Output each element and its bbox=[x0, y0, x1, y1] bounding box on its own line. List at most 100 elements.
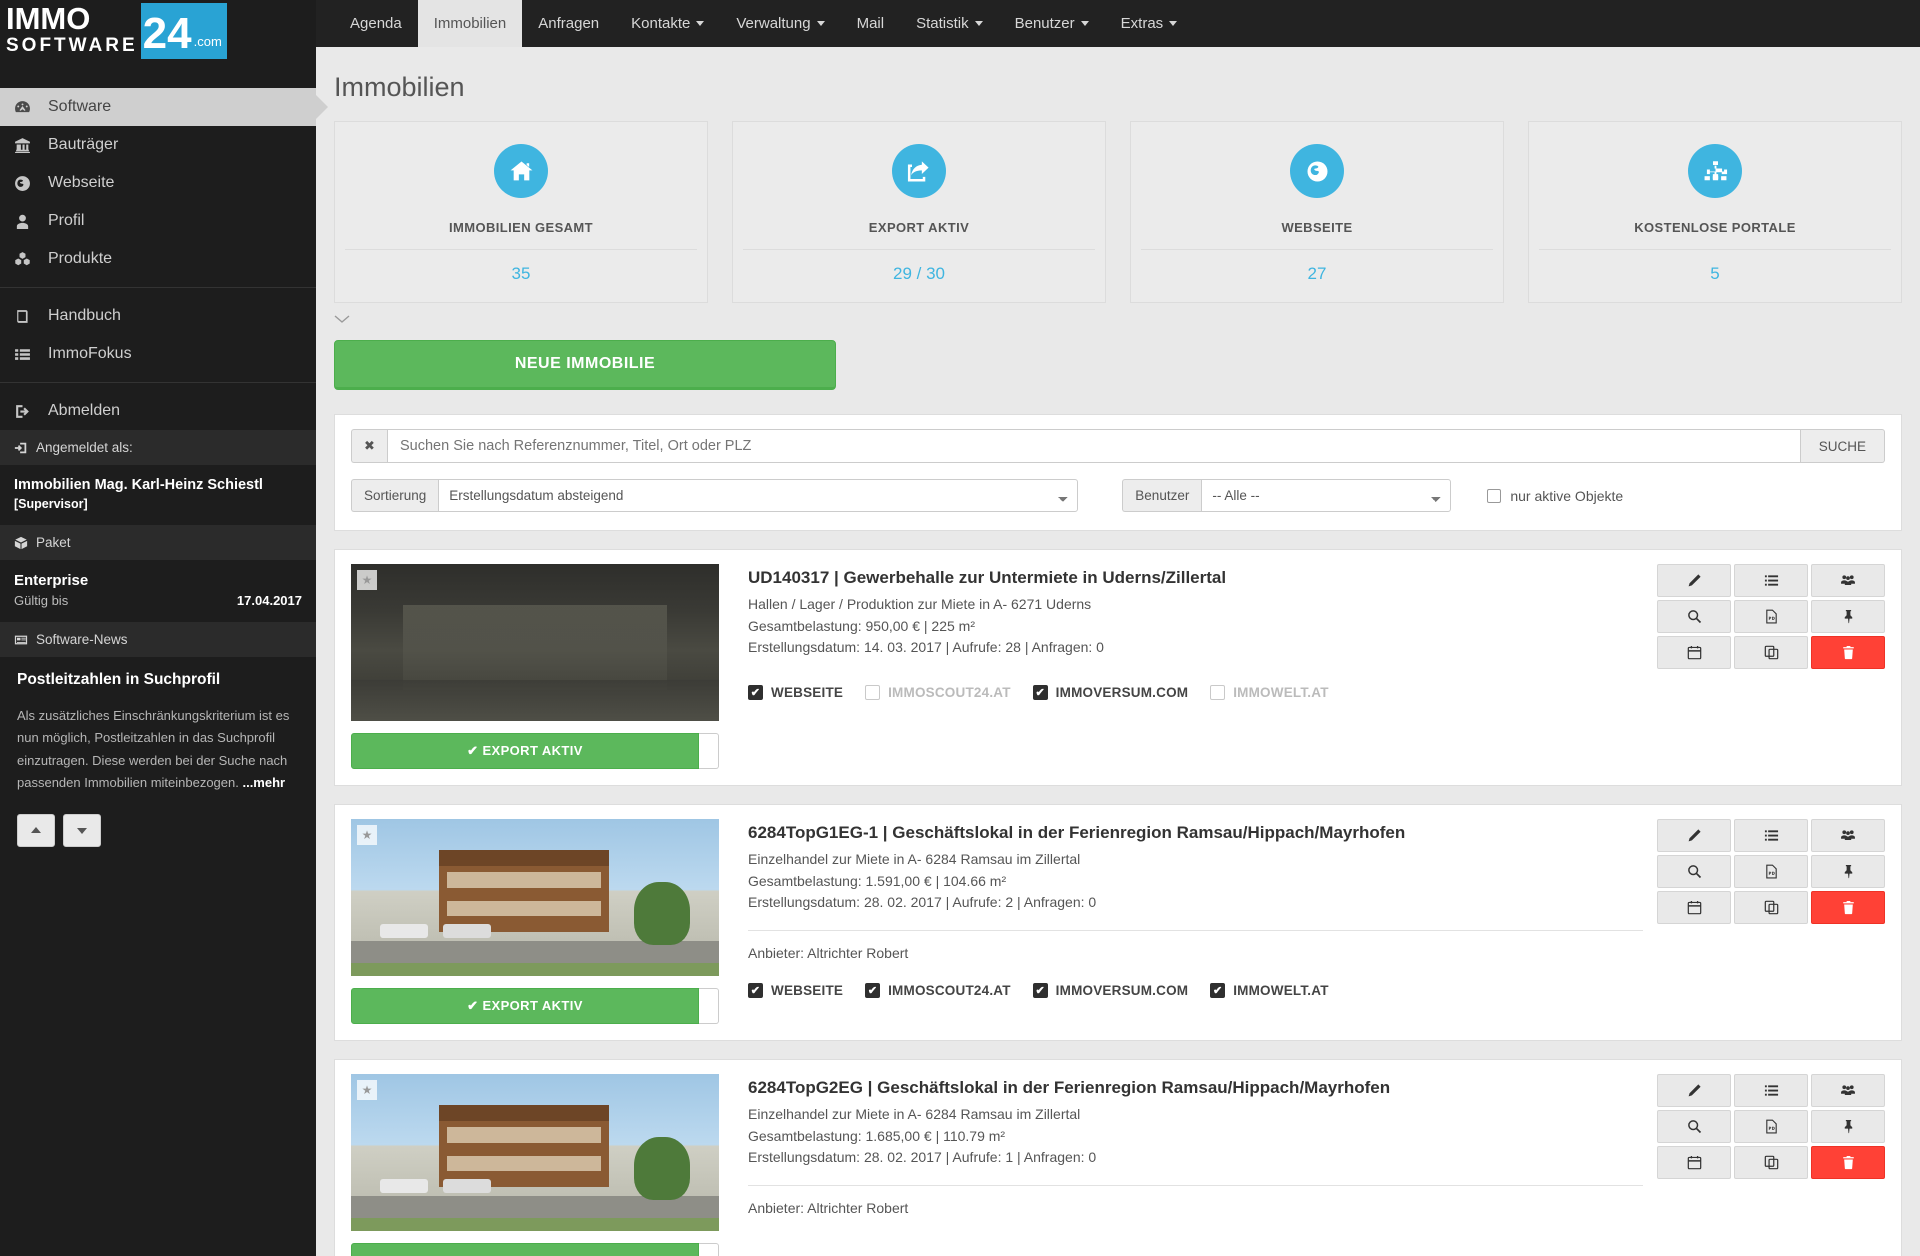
search-input[interactable] bbox=[387, 429, 1801, 463]
pin-button[interactable] bbox=[1811, 600, 1885, 633]
export-toggle-knob[interactable] bbox=[699, 988, 719, 1024]
checkbox-checked-icon[interactable]: ✔ bbox=[1032, 685, 1048, 701]
active-only-checkbox[interactable] bbox=[1487, 488, 1502, 503]
export-active-button[interactable]: ✔ EXPORT AKTIV bbox=[351, 1243, 699, 1256]
portal-immoversum[interactable]: ✔ IMMOVERSUM.COM bbox=[1032, 685, 1189, 701]
delete-button[interactable] bbox=[1811, 1146, 1885, 1179]
globe-icon bbox=[14, 175, 48, 192]
sidebar-item-profil[interactable]: Profil bbox=[0, 202, 316, 240]
pdf-button[interactable] bbox=[1734, 600, 1808, 633]
portal-immoscout24[interactable]: IMMOSCOUT24.AT bbox=[865, 685, 1011, 701]
export-toggle-knob[interactable] bbox=[699, 733, 719, 769]
delete-button[interactable] bbox=[1811, 891, 1885, 924]
topnav-immobilien[interactable]: Immobilien bbox=[417, 0, 523, 47]
checkbox-unchecked-icon[interactable] bbox=[1210, 685, 1226, 701]
logo[interactable]: IMMO SOFTWARE 24 .com bbox=[0, 0, 316, 62]
sidebar-item-software[interactable]: Software bbox=[0, 88, 316, 126]
topnav-statistik[interactable]: Statistik bbox=[900, 0, 999, 47]
portal-webseite[interactable]: ✔ WEBSEITE bbox=[748, 983, 843, 999]
copy-button[interactable] bbox=[1734, 1146, 1808, 1179]
checkbox-checked-icon[interactable]: ✔ bbox=[748, 983, 763, 999]
sidebar-item-label: Profil bbox=[48, 212, 85, 229]
preview-button[interactable] bbox=[1657, 1110, 1731, 1143]
topnav-verwaltung[interactable]: Verwaltung bbox=[720, 0, 840, 47]
checkbox-checked-icon[interactable]: ✔ bbox=[1032, 983, 1048, 999]
contacts-button[interactable] bbox=[1811, 1074, 1885, 1107]
export-toggle-knob[interactable] bbox=[699, 1243, 719, 1256]
export-active-button[interactable]: ✔ EXPORT AKTIV bbox=[351, 733, 699, 769]
checkbox-checked-icon[interactable]: ✔ bbox=[1210, 983, 1226, 999]
topnav-extras[interactable]: Extras bbox=[1105, 0, 1194, 47]
edit-button[interactable] bbox=[1657, 819, 1731, 852]
portal-webseite[interactable]: ✔ WEBSEITE bbox=[748, 685, 843, 701]
news-next-button[interactable] bbox=[63, 814, 101, 848]
portal-immowelt[interactable]: IMMOWELT.AT bbox=[1210, 685, 1328, 701]
topnav-agenda[interactable]: Agenda bbox=[334, 0, 418, 47]
property-info: 6284TopG2EG | Geschäftslokal in der Feri… bbox=[719, 1074, 1657, 1256]
preview-button[interactable] bbox=[1657, 600, 1731, 633]
portal-immoversum[interactable]: ✔ IMMOVERSUM.COM bbox=[1032, 983, 1189, 999]
active-only-filter[interactable]: nur aktive Objekte bbox=[1487, 488, 1623, 504]
details-button[interactable] bbox=[1734, 564, 1808, 597]
preview-button[interactable] bbox=[1657, 855, 1731, 888]
checkbox-unchecked-icon[interactable] bbox=[865, 685, 881, 701]
delete-button[interactable] bbox=[1811, 636, 1885, 669]
portal-immoscout24[interactable]: ✔ IMMOSCOUT24.AT bbox=[865, 983, 1011, 999]
collapse-stats-toggle[interactable] bbox=[334, 303, 1902, 340]
sidebar-item-bautraeger[interactable]: Bauträger bbox=[0, 126, 316, 164]
pdf-button[interactable] bbox=[1734, 855, 1808, 888]
calendar-button[interactable] bbox=[1657, 1146, 1731, 1179]
contacts-button[interactable] bbox=[1811, 564, 1885, 597]
calendar-button[interactable] bbox=[1657, 891, 1731, 924]
sidebar-item-immofokus[interactable]: ImmoFokus bbox=[0, 335, 316, 373]
portal-immowelt[interactable]: ✔ IMMOWELT.AT bbox=[1210, 983, 1328, 999]
news-more-link[interactable]: ...mehr bbox=[242, 775, 285, 790]
pin-button[interactable] bbox=[1811, 855, 1885, 888]
search-icon bbox=[1687, 864, 1702, 879]
property-title[interactable]: 6284TopG1EG-1 | Geschäftslokal in der Fe… bbox=[748, 823, 1643, 843]
topnav-label: Statistik bbox=[916, 15, 969, 32]
property-thumbnail[interactable]: ★ bbox=[351, 564, 719, 721]
search-submit-button[interactable]: SUCHE bbox=[1800, 429, 1885, 463]
sidebar-item-abmelden[interactable]: Abmelden bbox=[0, 392, 316, 430]
property-title[interactable]: UD140317 | Gewerbehalle zur Untermiete i… bbox=[748, 568, 1643, 588]
edit-button[interactable] bbox=[1657, 564, 1731, 597]
copy-button[interactable] bbox=[1734, 891, 1808, 924]
login-icon bbox=[14, 441, 28, 455]
stat-card-webseite[interactable]: WEBSEITE 27 bbox=[1130, 121, 1504, 303]
favorite-star-icon[interactable]: ★ bbox=[357, 570, 377, 590]
details-button[interactable] bbox=[1734, 819, 1808, 852]
sidebar-item-handbuch[interactable]: Handbuch bbox=[0, 297, 316, 335]
pdf-button[interactable] bbox=[1734, 1110, 1808, 1143]
property-thumbnail[interactable]: ★ bbox=[351, 1074, 719, 1231]
clear-search-icon[interactable]: ✖ bbox=[351, 429, 387, 463]
pin-button[interactable] bbox=[1811, 1110, 1885, 1143]
favorite-star-icon[interactable]: ★ bbox=[357, 825, 377, 845]
topnav-benutzer[interactable]: Benutzer bbox=[999, 0, 1105, 47]
favorite-star-icon[interactable]: ★ bbox=[357, 1080, 377, 1100]
property-title[interactable]: 6284TopG2EG | Geschäftslokal in der Feri… bbox=[748, 1078, 1643, 1098]
stats-row: IMMOBILIEN GESAMT 35 EXPORT AKTIV 29 / 3… bbox=[334, 121, 1902, 303]
sort-select[interactable]: Erstellungsdatum absteigend bbox=[438, 479, 1079, 512]
checkbox-checked-icon[interactable]: ✔ bbox=[748, 685, 763, 701]
contacts-button[interactable] bbox=[1811, 819, 1885, 852]
property-thumbnail[interactable]: ★ bbox=[351, 819, 719, 976]
checkbox-checked-icon[interactable]: ✔ bbox=[865, 983, 881, 999]
news-prev-button[interactable] bbox=[17, 814, 55, 848]
user-filter-select[interactable]: -- Alle -- bbox=[1201, 479, 1452, 512]
edit-button[interactable] bbox=[1657, 1074, 1731, 1107]
calendar-button[interactable] bbox=[1657, 636, 1731, 669]
topnav-anfragen[interactable]: Anfragen bbox=[522, 0, 615, 47]
copy-button[interactable] bbox=[1734, 636, 1808, 669]
new-property-button[interactable]: NEUE IMMOBILIE bbox=[334, 340, 836, 390]
stat-card-immobilien-gesamt[interactable]: IMMOBILIEN GESAMT 35 bbox=[334, 121, 708, 303]
export-active-button[interactable]: ✔ EXPORT AKTIV bbox=[351, 988, 699, 1024]
property-cost: Gesamtbelastung: 1.685,00 € | 110.79 m² bbox=[748, 1127, 1006, 1144]
stat-card-export-aktiv[interactable]: EXPORT AKTIV 29 / 30 bbox=[732, 121, 1106, 303]
sidebar-item-produkte[interactable]: Produkte bbox=[0, 240, 316, 278]
topnav-mail[interactable]: Mail bbox=[841, 0, 901, 47]
sidebar-item-webseite[interactable]: Webseite bbox=[0, 164, 316, 202]
stat-card-kostenlose-portale[interactable]: KOSTENLOSE PORTALE 5 bbox=[1528, 121, 1902, 303]
details-button[interactable] bbox=[1734, 1074, 1808, 1107]
topnav-kontakte[interactable]: Kontakte bbox=[615, 0, 720, 47]
